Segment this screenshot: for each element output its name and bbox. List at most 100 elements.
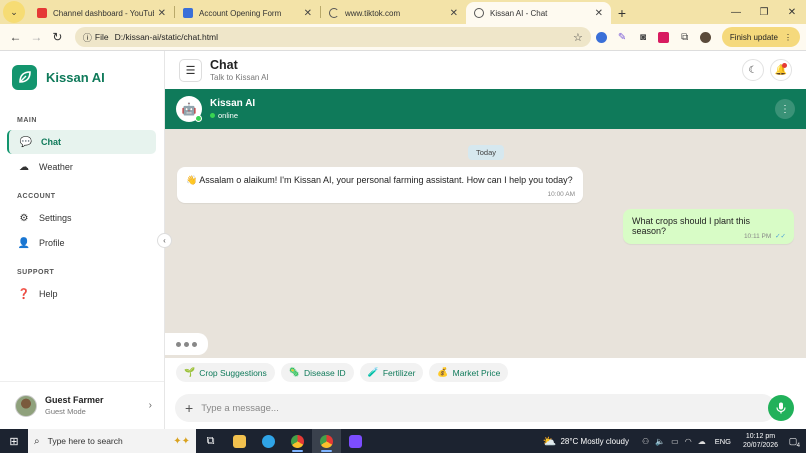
back-button[interactable]: ← [6, 27, 25, 47]
taskbar-search-placeholder: Type here to search [47, 436, 123, 446]
money-bag-icon: 💰 [437, 367, 449, 377]
folder-icon [233, 434, 246, 448]
sidebar-item-settings[interactable]: ⚙ Settings [7, 206, 156, 230]
arrow-right-icon: → [30, 30, 43, 44]
notifications-button[interactable]: 🔔 [770, 59, 792, 81]
finish-update-button[interactable]: Finish update ⋮ [721, 27, 800, 47]
bot-avatar: 🤖 [176, 96, 202, 122]
taskbar-weather[interactable]: ⛅ 28°C Mostly cloudy [543, 435, 629, 448]
windows-taskbar: ⊞ ⌕ Type here to search ✦✦ ⧉ ⛅ 28°C Most… [0, 429, 806, 453]
extension-blue-icon [595, 31, 607, 43]
tab-search-button[interactable]: ⌄ [3, 1, 25, 23]
online-indicator [195, 115, 202, 122]
collapse-sidebar-button[interactable]: ‹ [157, 233, 172, 248]
browser-tab-account-form[interactable]: Account Opening Form ✕ [175, 2, 320, 24]
quick-reply-crop-suggestions[interactable]: 🌱 Crop Suggestions [176, 363, 275, 382]
minimize-icon[interactable]: — [722, 0, 750, 24]
sidebar-item-chat[interactable]: 💬 Chat [7, 130, 156, 154]
reload-icon: ↻ [52, 30, 63, 44]
chevron-down-icon: ⌄ [10, 6, 18, 17]
close-window-icon[interactable]: ✕ [778, 0, 806, 24]
nav-section-account: ACCOUNT [17, 193, 56, 200]
extensions-menu-button[interactable]: ⧉ [674, 27, 695, 47]
tab-title: Kissan AI - Chat [490, 8, 548, 18]
day-label: Today [475, 148, 496, 157]
restore-icon[interactable]: ❐ [750, 0, 778, 24]
notification-badge [782, 63, 787, 68]
moon-icon: ☾ [748, 64, 758, 76]
extension-button[interactable]: ◙ [633, 27, 654, 47]
chat-options-button[interactable]: ⋮ [775, 99, 795, 119]
clock-date: 20/07/2026 [742, 442, 778, 449]
bookmark-star-icon[interactable]: ☆ [573, 31, 583, 44]
browser-tab-youtube[interactable]: Channel dashboard - YouTube S ✕ [29, 2, 174, 24]
profile-button[interactable] [695, 27, 716, 47]
chat-header: 🤖 Kissan AI online ⋮ [165, 89, 806, 129]
taskbar-file-explorer[interactable] [225, 429, 254, 453]
sidebar-item-weather[interactable]: ☁ Weather [7, 155, 156, 179]
people-icon[interactable]: ⚇ [642, 437, 649, 446]
pen-icon: ✎ [617, 31, 627, 43]
address-bar[interactable]: ⓘ File D:/kissan-ai/static/chat.html ☆ [74, 27, 591, 47]
close-tab-icon[interactable]: ✕ [304, 8, 312, 19]
menu-button[interactable]: ☰ [179, 58, 202, 82]
quick-reply-disease-id[interactable]: 🦠 Disease ID [280, 363, 354, 382]
sidebar-item-help[interactable]: ❓ Help [7, 282, 156, 306]
language-indicator[interactable]: ENG [715, 437, 731, 446]
taskbar-chrome-active[interactable] [312, 429, 341, 453]
loading-icon [329, 8, 339, 18]
taskbar-edge[interactable] [254, 429, 283, 453]
new-tab-button[interactable]: + [611, 2, 633, 24]
start-button[interactable]: ⊞ [0, 429, 28, 453]
notification-center-button[interactable]: ▢ 4 [784, 432, 802, 450]
extension-button[interactable]: ✎ [612, 27, 633, 47]
browser-tab-tiktok[interactable]: www.tiktok.com ✕ [321, 2, 466, 24]
attach-plus-icon[interactable]: + [185, 400, 193, 416]
battery-icon[interactable]: ▭ [671, 437, 679, 446]
outgoing-message: What crops should I plant this season? 1… [623, 209, 794, 244]
taskbar-chrome[interactable] [283, 429, 312, 453]
browser-tab-kissan-chat[interactable]: Kissan AI - Chat ✕ [466, 2, 611, 24]
taskbar-clock[interactable]: 10:12 pm 20/07/2026 [743, 432, 778, 450]
forward-button[interactable]: → [27, 27, 46, 47]
robot-icon: 🤖 [181, 102, 197, 116]
scheme-label: File [94, 32, 109, 42]
user-profile-card[interactable]: Guest Farmer Guest Mode › [0, 381, 164, 429]
download-icon [658, 31, 670, 43]
close-tab-icon[interactable]: ✕ [158, 8, 166, 19]
microphone-icon [776, 402, 786, 414]
gear-icon: ⚙ [19, 212, 29, 224]
youtube-icon [37, 8, 47, 18]
extension-button[interactable] [653, 27, 674, 47]
dark-mode-toggle[interactable]: ☾ [742, 59, 764, 81]
sparkle-icon: ✦✦ [173, 435, 190, 447]
more-vertical-icon: ⋮ [783, 32, 792, 42]
cloud-sync-icon[interactable]: ☁ [698, 437, 706, 446]
message-input[interactable] [201, 402, 766, 414]
reload-button[interactable]: ↻ [48, 27, 67, 47]
speaker-icon[interactable]: 🔈 [655, 437, 665, 446]
taskbar-search[interactable]: ⌕ Type here to search ✦✦ [28, 429, 196, 453]
extension-button[interactable] [591, 27, 612, 47]
app-purple-icon [349, 434, 362, 448]
message-body: 👋 Assalam o alaikum! I'm Kissan AI, your… [186, 175, 574, 186]
quick-reply-fertilizer[interactable]: 🧪 Fertilizer [359, 363, 424, 382]
info-icon: ⓘ [82, 32, 92, 43]
bot-status-text: online [218, 111, 239, 120]
close-tab-icon[interactable]: ✕ [595, 8, 603, 19]
site-info-button[interactable]: ⓘ File [83, 31, 109, 44]
quick-reply-market-price[interactable]: 💰 Market Price [429, 363, 509, 382]
task-view-button[interactable]: ⧉ [196, 429, 225, 453]
close-tab-icon[interactable]: ✕ [450, 8, 458, 19]
taskbar-app[interactable] [341, 429, 370, 453]
sidebar-item-profile[interactable]: 👤 Profile [7, 231, 156, 255]
message-meta: 10:11 PM ✓✓ [744, 232, 786, 240]
day-divider: Today [468, 145, 504, 160]
brand[interactable]: Kissan AI [0, 51, 164, 103]
url-text[interactable]: D:/kissan-ai/static/chat.html [115, 32, 573, 42]
wifi-icon[interactable]: ◠ [685, 437, 692, 446]
voice-input-button[interactable] [768, 395, 794, 421]
message-list[interactable]: Today 👋 Assalam o alaikum! I'm Kissan AI… [165, 129, 806, 358]
edge-icon [262, 434, 275, 448]
page-subtitle: Talk to Kissan AI [210, 73, 269, 82]
